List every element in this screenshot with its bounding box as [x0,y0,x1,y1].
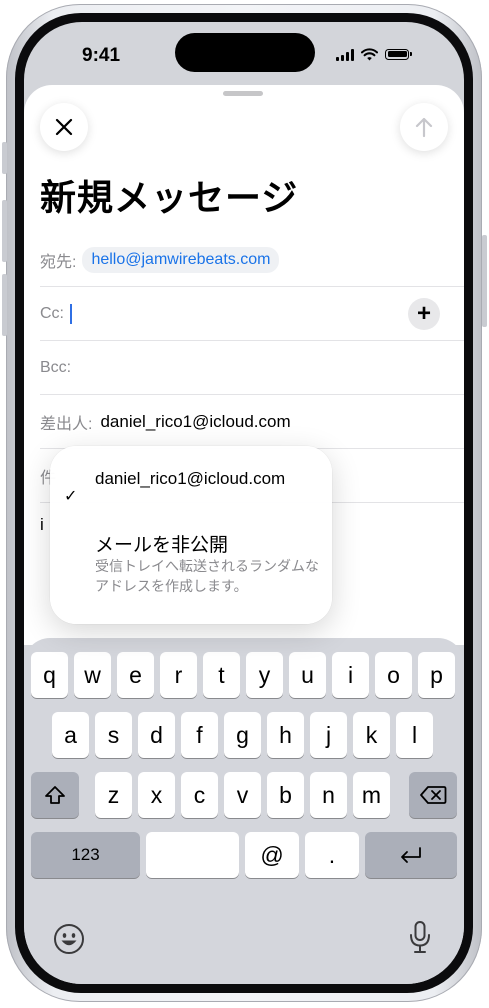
key-e[interactable]: e [117,652,154,698]
key-h[interactable]: h [267,712,304,758]
plus-icon: + [416,299,431,327]
text-cursor [70,303,72,324]
key-i[interactable]: i [332,652,369,698]
volume-up-button [2,200,7,262]
wifi-icon [361,47,378,60]
screen: 9:41 新規メッセージ 宛先: hello@jamwirebeats.com … [24,22,464,984]
volume-down-button [2,274,7,336]
at-key[interactable]: @ [245,832,299,878]
key-c[interactable]: c [181,772,218,818]
numbers-key[interactable]: 123 [31,832,140,878]
key-w[interactable]: w [74,652,111,698]
checkmark-icon: ✓ [64,488,78,505]
cc-row[interactable]: Cc: + [40,287,464,341]
key-v[interactable]: v [224,772,261,818]
message-body[interactable]: i [40,515,44,535]
menu-item-hide-my-email[interactable]: メールを非公開 受信トレイへ転送されるランダムなアドレスを作成します。 [50,516,332,624]
shift-icon [45,786,65,804]
key-q[interactable]: q [31,652,68,698]
keyboard: q w e r t y u i o p a s d f g h j k l z … [24,638,464,984]
key-o[interactable]: o [375,652,412,698]
dictation-button[interactable] [407,920,433,961]
arrow-up-icon [415,117,433,138]
side-button [482,235,487,327]
bcc-row[interactable]: Bcc: [40,341,464,395]
to-row[interactable]: 宛先: hello@jamwirebeats.com [40,233,464,287]
emoji-button[interactable] [53,923,85,960]
space-key[interactable] [146,832,239,878]
key-g[interactable]: g [224,712,261,758]
key-f[interactable]: f [181,712,218,758]
sheet-grabber[interactable] [223,91,263,96]
to-label: 宛先: [40,253,77,271]
battery-icon [385,48,412,60]
close-button[interactable] [40,103,88,151]
send-button[interactable] [400,103,448,151]
key-s[interactable]: s [95,712,132,758]
emoji-icon [54,924,84,954]
close-icon [55,118,73,136]
key-a[interactable]: a [52,712,89,758]
key-z[interactable]: z [95,772,132,818]
menu-item-icloud-label: daniel_rico1@icloud.com [95,469,286,488]
menu-item-icloud-address[interactable]: ✓ daniel_rico1@icloud.com [50,446,332,516]
status-icons [336,44,412,64]
cellular-signal-icon [336,48,354,61]
recipient-chip[interactable]: hello@jamwirebeats.com [82,246,280,273]
shift-key[interactable] [31,772,79,818]
microphone-icon [410,921,430,953]
status-time: 9:41 [82,45,121,66]
dynamic-island [175,33,315,72]
from-value: daniel_rico1@icloud.com [100,411,291,431]
key-n[interactable]: n [310,772,347,818]
backspace-icon [420,786,447,804]
key-m[interactable]: m [353,772,390,818]
action-button [2,142,7,174]
key-r[interactable]: r [160,652,197,698]
return-icon [401,847,421,863]
delete-key[interactable] [409,772,457,818]
from-label: 差出人: [40,415,93,433]
key-t[interactable]: t [203,652,240,698]
add-recipient-button[interactable]: + [408,297,440,330]
key-j[interactable]: j [310,712,347,758]
key-y[interactable]: y [246,652,283,698]
from-address-menu: ✓ daniel_rico1@icloud.com メールを非公開 受信トレイへ… [50,446,332,624]
hide-my-email-title: メールを非公開 [95,535,229,556]
cc-label: Cc: [40,304,64,322]
bcc-label: Bcc: [40,358,72,376]
dot-key[interactable]: . [305,832,359,878]
return-key[interactable] [365,832,457,878]
key-d[interactable]: d [138,712,175,758]
key-x[interactable]: x [138,772,175,818]
key-b[interactable]: b [267,772,304,818]
key-p[interactable]: p [418,652,455,698]
from-row[interactable]: 差出人: daniel_rico1@icloud.com [40,395,464,449]
key-k[interactable]: k [353,712,390,758]
hide-my-email-description: 受信トレイへ転送されるランダムなアドレスを作成します。 [95,558,319,594]
key-u[interactable]: u [289,652,326,698]
key-l[interactable]: l [396,712,433,758]
page-title: 新規メッセージ [40,177,299,218]
